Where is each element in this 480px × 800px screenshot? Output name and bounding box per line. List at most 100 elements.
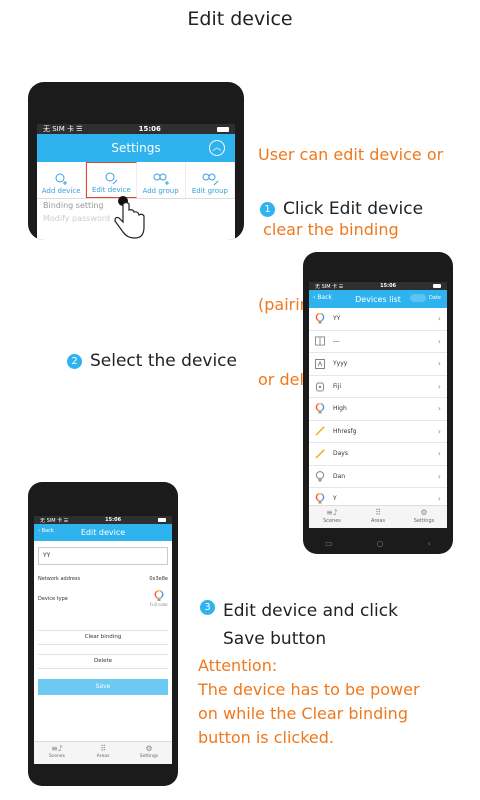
network-address-value: 0x3e8e bbox=[149, 576, 168, 582]
device-type-value: Full color bbox=[150, 590, 168, 612]
status-bar: 无 SIM 卡 ☰ 15:06 bbox=[309, 282, 447, 290]
device-type-row: Device type Full color bbox=[34, 590, 172, 612]
phone-edit-device: 无 SIM 卡 ☰ 15:06 ‹ Back Edit device YY Ne… bbox=[28, 482, 178, 786]
back-button[interactable]: ‹ Back bbox=[313, 294, 332, 301]
nav-areas[interactable]: ⠿ Areas bbox=[355, 506, 401, 528]
battery-icon bbox=[216, 126, 229, 132]
nav-areas[interactable]: ⠿ Areas bbox=[80, 742, 126, 764]
attention-title: Attention: bbox=[198, 656, 278, 675]
step-2-text: Select the device bbox=[90, 351, 237, 371]
device-name: High bbox=[333, 405, 347, 413]
step-1-number: 1 bbox=[260, 201, 275, 217]
step-1: 1 Click Edit device bbox=[260, 199, 423, 219]
device-row[interactable]: Yyyy › bbox=[309, 353, 447, 376]
nav-settings[interactable]: ⚙ Settings bbox=[401, 506, 447, 528]
modify-password-label: Modify password bbox=[43, 214, 111, 223]
color-bulb-icon bbox=[315, 313, 325, 324]
group-plus-icon bbox=[153, 173, 169, 185]
nav-scenes-label: Scenes bbox=[323, 518, 341, 524]
chevron-right-icon: › bbox=[437, 381, 441, 391]
gear-icon: ⚙ bbox=[420, 508, 428, 517]
back-key-icon[interactable]: ‹ bbox=[428, 539, 431, 548]
device-row[interactable]: Dan › bbox=[309, 466, 447, 488]
color-bulb-icon bbox=[315, 403, 325, 414]
attention-line-3: button is clicked. bbox=[198, 728, 334, 747]
device-row[interactable]: --- › bbox=[309, 331, 447, 353]
color-bulb-icon bbox=[154, 590, 164, 601]
menu-key-icon[interactable]: ▭ bbox=[325, 539, 333, 548]
bulb-icon bbox=[315, 470, 325, 482]
step-3-line-1: Edit device and click bbox=[223, 601, 398, 621]
device-name: Hhresfg bbox=[333, 427, 357, 435]
chevron-right-icon: › bbox=[437, 426, 441, 436]
wand-icon bbox=[315, 448, 325, 459]
battery-icon bbox=[157, 518, 166, 522]
date-button[interactable]: Date bbox=[426, 294, 444, 302]
devices-list-title: Devices list bbox=[355, 294, 401, 304]
edit-device-button[interactable]: Edit device bbox=[86, 162, 137, 198]
delete-button[interactable]: Delete bbox=[38, 654, 168, 669]
clock: 15:06 bbox=[138, 125, 161, 133]
nav-scenes-label: Scenes bbox=[48, 754, 66, 759]
back-button[interactable]: ‹ Back bbox=[38, 528, 54, 534]
attention-note: Attention: The device has to be power on… bbox=[198, 654, 420, 750]
edit-group-button[interactable]: Edit group bbox=[186, 162, 235, 198]
nav-scenes[interactable]: ≡♪ Scenes bbox=[34, 742, 80, 764]
step-2-number: 2 bbox=[67, 353, 82, 369]
add-device-button[interactable]: Add device bbox=[37, 162, 87, 198]
nav-settings-label: Settings bbox=[413, 518, 435, 524]
step-3: 3 Edit device and click Save button bbox=[200, 597, 398, 653]
carrier-text: 无 SIM 卡 ☰ bbox=[315, 283, 344, 290]
home-key-icon[interactable]: ○ bbox=[377, 539, 384, 548]
nav-settings-label: Settings bbox=[139, 754, 159, 759]
device-name: --- bbox=[333, 337, 340, 345]
hardware-buttons: ▭ ○ ‹ bbox=[303, 532, 453, 554]
device-name: YY bbox=[333, 315, 341, 323]
device-name: Y bbox=[333, 495, 337, 503]
device-name: Yyyy bbox=[333, 360, 348, 368]
color-bulb-icon bbox=[315, 493, 325, 504]
clear-binding-button[interactable]: Clear binding bbox=[38, 630, 168, 645]
step-3-number: 3 bbox=[200, 600, 215, 615]
status-bar: 无 SIM 卡 ☰ 15:06 bbox=[34, 516, 172, 524]
intro-line-2: clear the binding bbox=[258, 220, 399, 239]
binding-setting-label: Binding setting bbox=[43, 201, 104, 210]
chevron-up-icon[interactable]: ︿ bbox=[209, 140, 225, 156]
device-row[interactable]: YY › bbox=[309, 308, 447, 331]
edit-device-screen: 无 SIM 卡 ☰ 15:06 ‹ Back Edit device YY Ne… bbox=[34, 516, 172, 764]
settings-title: Settings bbox=[111, 141, 161, 155]
step-3-text: Edit device and click Save button bbox=[223, 597, 398, 653]
attention-line-2: on while the Clear binding bbox=[198, 704, 408, 723]
battery-icon bbox=[432, 284, 441, 288]
nav-settings[interactable]: ⚙ Settings bbox=[126, 742, 172, 764]
save-button[interactable]: Save bbox=[38, 679, 168, 695]
device-row[interactable]: Hhresfg › bbox=[309, 421, 447, 443]
step-1-text: Click Edit device bbox=[283, 199, 424, 219]
areas-icon: ⠿ bbox=[100, 744, 106, 753]
device-row[interactable]: High › bbox=[309, 398, 447, 421]
carrier-text: 无 SIM 卡 ☰ bbox=[43, 125, 83, 133]
network-address-label: Network address bbox=[38, 576, 81, 582]
add-button[interactable]: Add bbox=[410, 294, 427, 302]
gear-icon: ⚙ bbox=[145, 744, 153, 753]
group-edit-icon bbox=[202, 173, 219, 186]
edit-group-label: Edit group bbox=[191, 187, 228, 195]
add-group-button[interactable]: Add group bbox=[137, 162, 186, 198]
header-actions: Add Date bbox=[410, 294, 444, 302]
panel-icon bbox=[315, 336, 325, 347]
chevron-right-icon: › bbox=[437, 359, 441, 369]
device-row[interactable]: Fiji › bbox=[309, 376, 447, 398]
areas-icon: ⠿ bbox=[375, 508, 381, 517]
edit-device-title: Edit device bbox=[80, 528, 126, 537]
device-row[interactable]: Days › bbox=[309, 443, 447, 466]
network-address-row: Network address 0x3e8e bbox=[34, 576, 172, 582]
clock: 15:06 bbox=[105, 517, 122, 523]
device-name: Days bbox=[333, 450, 348, 458]
devices-list-screen: 无 SIM 卡 ☰ 15:06 ‹ Back Devices list Add … bbox=[309, 282, 447, 528]
device-name-input[interactable]: YY bbox=[38, 547, 168, 565]
devices-list-header: ‹ Back Devices list Add Date bbox=[309, 290, 447, 308]
chevron-right-icon: › bbox=[437, 449, 441, 459]
device-type-text: Full color bbox=[150, 602, 168, 607]
nav-areas-label: Areas bbox=[96, 754, 110, 759]
nav-scenes[interactable]: ≡♪ Scenes bbox=[309, 506, 355, 528]
